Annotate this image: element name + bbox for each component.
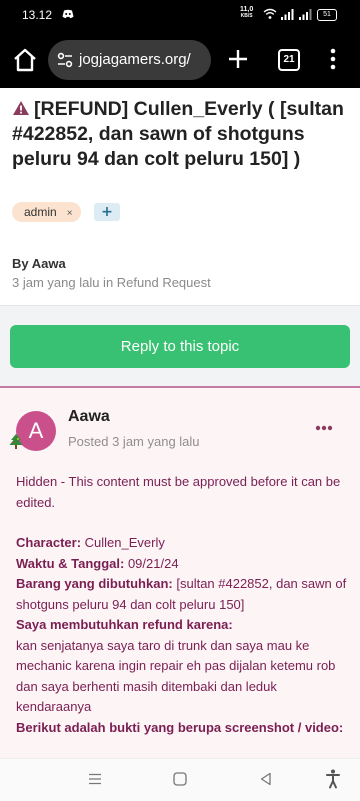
status-bar: 13.12 11,0 KB/S 51 — [0, 0, 360, 30]
hidden-notice: Hidden - This content must be approved b… — [16, 474, 341, 510]
battery-icon: 51 — [317, 9, 337, 21]
topic-author: By Aawa — [12, 256, 66, 271]
field-items: Barang yang dibutuhkan: [sultan #422852,… — [16, 574, 350, 615]
reason-text: kan senjatanya saya taro di trunk dan sa… — [16, 637, 336, 715]
network-speed-value: 11,0 — [240, 6, 254, 13]
status-time: 13.12 — [22, 8, 53, 22]
proof-label: Berikut adalah bukti yang berupa screens… — [16, 718, 350, 739]
url-text: jogjagamers.org/ — [79, 51, 191, 68]
address-bar[interactable]: jogjagamers.org/ — [48, 40, 211, 80]
more-vert-icon[interactable] — [330, 48, 336, 70]
signal-icon-2 — [299, 9, 312, 20]
accessibility-icon[interactable] — [326, 769, 340, 789]
home-nav-icon[interactable] — [173, 772, 187, 786]
add-tag-button[interactable]: + — [94, 203, 120, 221]
new-tab-icon[interactable] — [226, 47, 250, 71]
topic-title-text: [REFUND] Cullen_Everly ( [sultan #422852… — [12, 98, 344, 170]
proof-label-text: Berikut adalah bukti yang berupa screens… — [16, 719, 344, 735]
wifi-icon — [263, 8, 277, 19]
reason-label: Saya membutuhkan refund karena: — [16, 615, 350, 636]
back-icon[interactable] — [259, 772, 273, 786]
reason-label-text: Saya membutuhkan refund karena: — [16, 617, 233, 632]
recents-icon[interactable] — [88, 773, 102, 785]
tag-remove-icon[interactable]: × — [67, 208, 73, 219]
signal-icon-1 — [281, 9, 294, 20]
field-value: 09/21/24 — [124, 555, 179, 571]
field-date: Waktu & Tanggal: 09/21/24 — [16, 554, 350, 575]
site-settings-icon[interactable] — [57, 52, 73, 68]
field-label: Character: — [16, 535, 82, 550]
browser-toolbar: jogjagamers.org/ 21 — [0, 30, 360, 88]
field-value: Cullen_Everly — [81, 535, 165, 550]
network-speed: 11,0 KB/S — [240, 6, 253, 20]
field-label: Waktu & Tanggal: — [16, 555, 125, 571]
topic-meta: 3 jam yang lalu in Refund Request — [12, 275, 211, 290]
tag-label: admin — [24, 205, 57, 219]
network-speed-unit: KB/S — [240, 13, 253, 19]
field-label: Barang yang dibutuhkan: — [16, 576, 173, 591]
discord-icon — [62, 9, 74, 19]
more-horiz-icon[interactable] — [315, 425, 333, 431]
post-timestamp: Posted 3 jam yang lalu — [68, 434, 200, 449]
tab-switcher-button[interactable]: 21 — [278, 49, 300, 71]
warning-icon — [13, 101, 29, 115]
tag-admin[interactable]: admin × — [12, 202, 81, 222]
post-body: Hidden - This content must be approved b… — [16, 472, 350, 738]
home-icon[interactable] — [12, 47, 38, 73]
post-author[interactable]: Aawa — [68, 408, 110, 426]
reply-button[interactable]: Reply to this topic — [10, 325, 350, 368]
field-character: Character: Cullen_Everly — [16, 533, 350, 554]
tree-badge-icon — [9, 434, 23, 449]
system-nav-bar — [0, 758, 360, 801]
topic-title: [REFUND] Cullen_Everly ( [sultan #422852… — [12, 97, 348, 172]
